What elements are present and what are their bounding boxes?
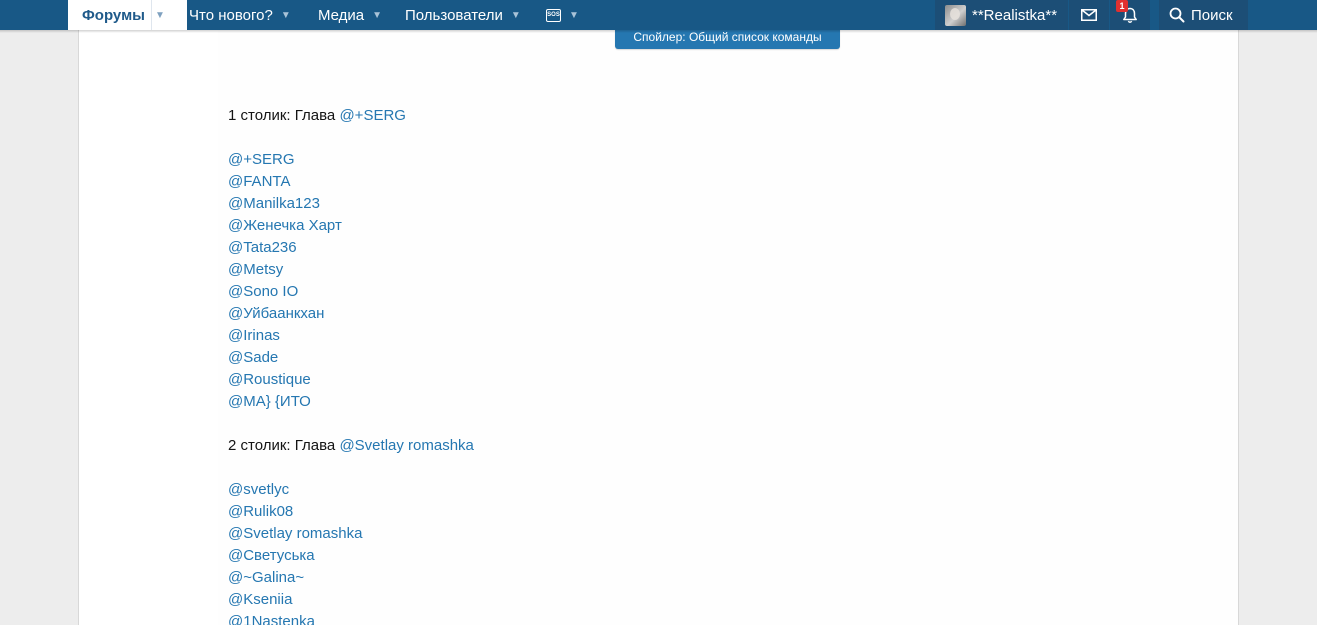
tab-media[interactable]: Медиа ▼	[318, 0, 382, 30]
inbox-button[interactable]	[1069, 0, 1109, 30]
tab-forums-label: Форумы	[82, 6, 145, 24]
member-mention-link[interactable]: @Irinas	[228, 325, 280, 347]
member-mention-link[interactable]: @Svetlay romashka	[228, 523, 362, 545]
member-mention-link[interactable]: @Metsy	[228, 259, 283, 281]
table-heading-text: 2 столик: Глава	[228, 437, 340, 454]
alerts-count-badge: 1	[1116, 0, 1128, 12]
tab-users[interactable]: Пользователи ▼	[405, 0, 521, 30]
member-mention-link[interactable]: @Уйбаанкхан	[228, 303, 324, 325]
member-mention-link[interactable]: @Manilka123	[228, 193, 320, 215]
member-mention-link[interactable]: @Rulik08	[228, 501, 293, 523]
search-icon	[1169, 7, 1185, 23]
member-mention-link[interactable]: @+SERG	[228, 149, 295, 171]
member-mention-link[interactable]: @Sade	[228, 347, 278, 369]
member-mention-link[interactable]: @Женечка Харт	[228, 215, 342, 237]
username: **Realistka**	[972, 6, 1058, 24]
sos-icon: SOS	[546, 8, 561, 22]
table-2-heading: 2 столик: Глава @Svetlay romashka	[228, 435, 474, 457]
chevron-down-icon[interactable]: ▼	[150, 0, 168, 30]
chevron-down-icon[interactable]: ▼	[372, 10, 382, 21]
search-label: Поиск	[1191, 6, 1233, 24]
member-mention-link[interactable]: @Sono IO	[228, 281, 298, 303]
tab-media-label: Медиа	[318, 6, 365, 24]
member-mention-link[interactable]: @~Galina~	[228, 567, 304, 589]
member-mention-link[interactable]: @Tata236	[228, 237, 297, 259]
member-mention-link[interactable]: @FANTA	[228, 171, 290, 193]
tab-whats-new-label: Что нового?	[189, 6, 273, 24]
member-mention-link[interactable]: @МА} {ИТО	[228, 391, 311, 413]
account-menu[interactable]: **Realistka**	[935, 0, 1068, 30]
table-1-heading: 1 столик: Глава @+SERG	[228, 105, 406, 127]
member-mention-link[interactable]: @Kseniia	[228, 589, 292, 611]
leader-mention-link[interactable]: @Svetlay romashka	[339, 437, 473, 454]
chevron-down-icon[interactable]: ▼	[569, 10, 579, 21]
tab-sos[interactable]: SOS ▼	[546, 0, 579, 30]
tab-forums[interactable]: Форумы ▼	[68, 0, 187, 30]
table-heading-text: 1 столик: Глава	[228, 107, 340, 124]
chevron-down-icon[interactable]: ▼	[281, 10, 291, 21]
chevron-down-icon[interactable]: ▼	[511, 10, 521, 21]
member-mention-link[interactable]: @Roustique	[228, 369, 311, 391]
member-mention-link[interactable]: @1Nastenka	[228, 611, 315, 625]
envelope-icon	[1081, 9, 1097, 21]
tab-users-label: Пользователи	[405, 6, 503, 24]
search-button[interactable]: Поиск	[1159, 0, 1248, 30]
post-author-column	[78, 30, 219, 625]
tab-whats-new[interactable]: Что нового? ▼	[189, 0, 291, 30]
member-mention-link[interactable]: @svetlyc	[228, 479, 289, 501]
member-mention-link[interactable]: @Светуська	[228, 545, 315, 567]
avatar	[945, 4, 966, 26]
leader-mention-link[interactable]: @+SERG	[339, 107, 406, 124]
